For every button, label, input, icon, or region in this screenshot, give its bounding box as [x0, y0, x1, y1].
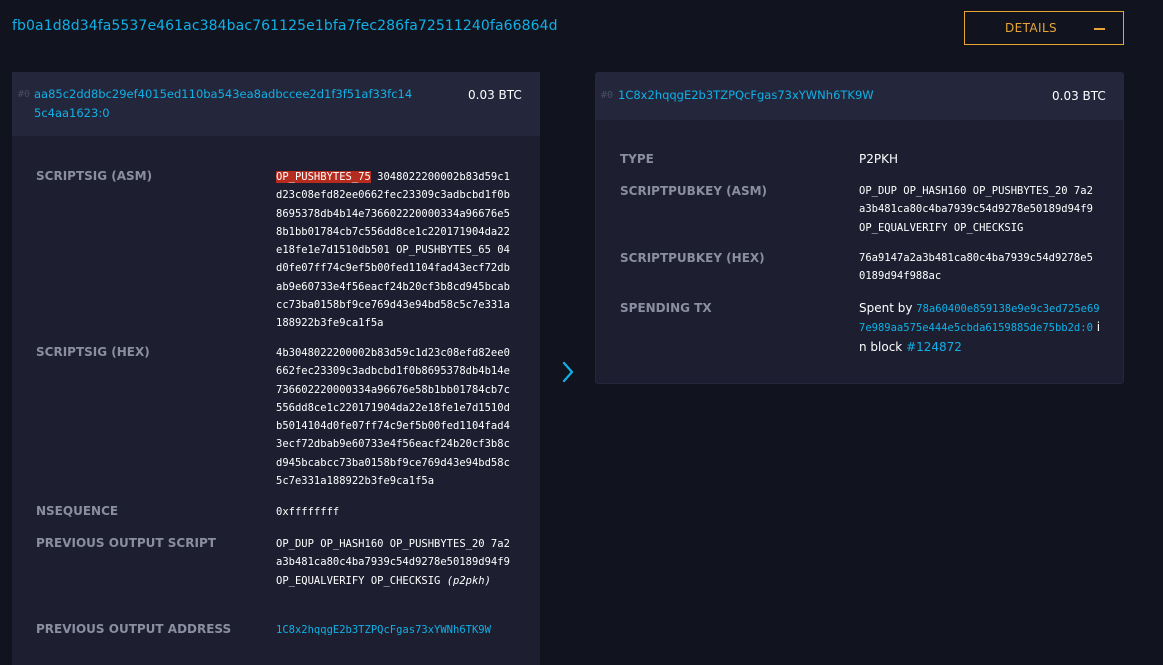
input-prev-txid-link[interactable]: aa85c2dd8bc29ef4015ed110ba543ea8adbccee2… — [34, 85, 419, 123]
prev-output-script-value: OP_DUP OP_HASH160 OP_PUSHBYTES_20 7a2a3b… — [276, 535, 513, 590]
output-index: #0 — [601, 90, 614, 101]
scriptpubkey-hex-label: SCRIPTPUBKEY (HEX) — [620, 251, 765, 265]
output-type-value: P2PKH — [859, 152, 898, 166]
scriptpubkey-hex-value: 76a9147a2a3b481ca80c4ba7939c54d9278e5018… — [859, 252, 1093, 283]
scriptpubkey-asm-value: OP_DUP OP_HASH160 OP_PUSHBYTES_20 7a2a3b… — [859, 185, 1093, 234]
output-card: #0 1C8x2hqqgE2b3TZPQcFgas73xYWNh6TK9W 0.… — [595, 72, 1124, 384]
input-card: #0 aa85c2dd8bc29ef4015ed110ba543ea8adbcc… — [12, 72, 540, 665]
input-index: #0 — [18, 89, 31, 100]
prev-output-script-label: PREVIOUS OUTPUT SCRIPT — [36, 536, 216, 550]
scriptsig-hex-value: 4b3048022200002b83d59c1d23c08efd82ee0662… — [276, 347, 510, 488]
output-type-label: TYPE — [620, 152, 654, 166]
spending-tx-value: Spent by 78a60400e859138e9e9c3ed725e697e… — [859, 299, 1101, 356]
minus-icon — [1094, 20, 1106, 36]
prev-output-address-label: PREVIOUS OUTPUT ADDRESS — [36, 622, 232, 636]
prev-output-script-type: (p2pkh) — [446, 574, 491, 587]
output-amount: 0.03 BTC — [1052, 89, 1106, 103]
input-amount: 0.03 BTC — [468, 88, 522, 102]
prev-output-address-link[interactable]: 1C8x2hqqgE2b3TZPQcFgas73xYWNh6TK9W — [276, 621, 513, 639]
details-toggle-button[interactable]: DETAILS — [964, 11, 1124, 45]
nsequence-value: 0xffffffff — [276, 506, 340, 518]
scriptpubkey-asm-label: SCRIPTPUBKEY (ASM) — [620, 184, 768, 198]
nsequence-label: NSEQUENCE — [36, 504, 119, 518]
chevron-right-icon — [562, 361, 574, 383]
scriptsig-asm-label: SCRIPTSIG (ASM) — [36, 169, 153, 183]
spent-by-text: Spent by — [859, 301, 917, 315]
scriptsig-asm-rest: 3048022200002b83d59c1d23c08efd82ee0662fe… — [276, 171, 510, 330]
transaction-id-link[interactable]: fb0a1d8d34fa5537e461ac384bac761125e1bfa7… — [12, 18, 558, 34]
input-card-header: #0 aa85c2dd8bc29ef4015ed110ba543ea8adbcc… — [12, 72, 540, 136]
block-height-link[interactable]: #124872 — [906, 340, 962, 354]
scriptsig-asm-value: OP_PUSHBYTES_75 3048022200002b83d59c1d23… — [276, 168, 513, 333]
output-address-link[interactable]: 1C8x2hqqgE2b3TZPQcFgas73xYWNh6TK9W — [618, 86, 874, 105]
scriptsig-asm-highlight: OP_PUSHBYTES_75 — [276, 171, 371, 183]
scriptsig-hex-label: SCRIPTSIG (HEX) — [36, 345, 150, 359]
output-card-header: #0 1C8x2hqqgE2b3TZPQcFgas73xYWNh6TK9W 0.… — [596, 73, 1123, 120]
details-button-label: DETAILS — [1005, 21, 1058, 35]
spending-tx-label: SPENDING TX — [620, 301, 712, 315]
